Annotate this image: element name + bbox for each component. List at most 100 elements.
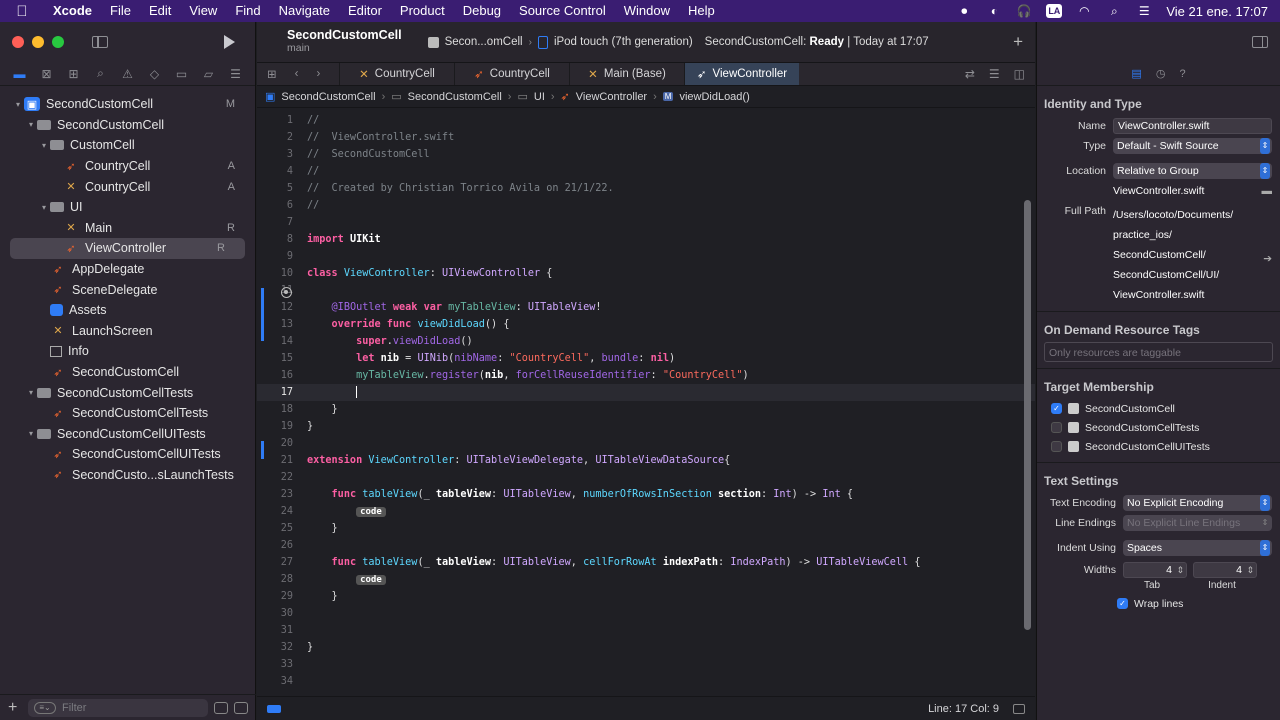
filter-options-icon[interactable]: ≡⌄ <box>34 701 56 714</box>
line-number[interactable]: 26 <box>257 537 293 554</box>
target-row[interactable]: SecondCustomCellTests <box>1037 418 1280 437</box>
debug-navigator-tab-icon[interactable]: ▭ <box>174 67 190 81</box>
control-center-icon[interactable]: ☰ <box>1136 4 1152 18</box>
indent-popup[interactable]: Spaces <box>1123 540 1272 556</box>
history-inspector-tab-icon[interactable]: ◷ <box>1156 67 1166 80</box>
jump-project[interactable]: SecondCustomCell <box>281 91 375 103</box>
back-icon[interactable]: ‹ <box>295 68 299 80</box>
tree-item[interactable]: ➶ ViewController R <box>10 238 245 259</box>
wifi-icon[interactable]: ◠ <box>1076 4 1092 18</box>
tree-item[interactable]: ▾ SecondCustomCell <box>0 115 255 136</box>
line-number[interactable]: 19 <box>257 418 293 435</box>
encoding-popup[interactable]: No Explicit Encoding <box>1123 495 1272 511</box>
line-number[interactable]: 31 <box>257 622 293 639</box>
outlet-connection-icon[interactable] <box>281 287 292 298</box>
breakpoint-navigator-tab-icon[interactable]: ▱ <box>201 67 217 81</box>
line-number[interactable]: 25 <box>257 520 293 537</box>
report-navigator-tab-icon[interactable]: ☰ <box>228 67 244 81</box>
source-editor[interactable]: 1 // 2 // ViewController.swift 3 // SecondCus… <box>257 108 1035 696</box>
sync-icon[interactable]: ◐ <box>986 4 1002 18</box>
line-number[interactable]: 1 <box>257 112 293 129</box>
tree-item[interactable]: ➶ SecondCustomCellTests <box>0 403 255 424</box>
placeholder-token[interactable]: code <box>356 575 386 585</box>
tree-item[interactable]: ➶ SecondCusto...sLaunchTests <box>0 465 255 486</box>
line-number[interactable]: 24 <box>257 503 293 520</box>
change-indicator[interactable] <box>261 441 264 459</box>
menu-find[interactable]: Find <box>226 0 269 22</box>
menu-app[interactable]: Xcode <box>44 0 101 22</box>
target-row[interactable]: ✓ SecondCustomCell <box>1037 399 1280 418</box>
apple-menu-icon[interactable]:  <box>0 3 44 20</box>
line-number[interactable]: 16 <box>257 367 293 384</box>
line-number[interactable]: 17 <box>257 384 293 401</box>
target-row[interactable]: SecondCustomCellUITests <box>1037 437 1280 456</box>
menu-edit[interactable]: Edit <box>140 0 180 22</box>
jump-folder[interactable]: SecondCustomCell <box>408 91 502 103</box>
jump-file[interactable]: ViewController <box>576 91 647 103</box>
filter-field[interactable]: ≡⌄ Filter <box>28 698 208 717</box>
help-inspector-tab-icon[interactable]: ? <box>1179 68 1185 80</box>
editor-tab[interactable]: ✕ CountryCell <box>339 63 454 85</box>
inspector-toggle-icon[interactable] <box>1252 36 1268 48</box>
target-checkbox[interactable] <box>1051 422 1062 433</box>
device-name[interactable]: iPod touch (7th generation) <box>554 36 693 48</box>
source-control-tab-icon[interactable]: ⊠ <box>39 67 55 81</box>
forward-icon[interactable]: › <box>316 68 320 80</box>
editor-options-icon[interactable]: ☰ <box>989 67 1000 81</box>
type-popup[interactable]: Default - Swift Source <box>1113 138 1272 154</box>
sidebar-toggle-icon[interactable] <box>92 36 108 48</box>
tree-item[interactable]: ➶ AppDelegate <box>0 259 255 280</box>
wrap-lines-row[interactable]: ✓ Wrap lines <box>1037 594 1280 613</box>
disclosure-triangle-icon[interactable]: ▾ <box>25 429 37 438</box>
line-number[interactable]: 18 <box>257 401 293 418</box>
disclosure-triangle-icon[interactable]: ▾ <box>38 203 50 212</box>
line-number[interactable]: 15 <box>257 350 293 367</box>
disclosure-triangle-icon[interactable]: ▾ <box>12 100 24 109</box>
symbol-navigator-tab-icon[interactable]: ⊞ <box>66 67 82 81</box>
grid-icon[interactable]: ⊞ <box>267 67 277 81</box>
find-navigator-tab-icon[interactable]: ⌕ <box>93 66 109 81</box>
tree-item[interactable]: ▾ ▣ SecondCustomCell M <box>0 94 255 115</box>
tree-item[interactable]: ✕ CountryCell A <box>0 176 255 197</box>
line-number[interactable]: 9 <box>257 248 293 265</box>
editor-scrollbar[interactable] <box>1024 200 1031 630</box>
odr-tags-field[interactable]: Only resources are taggable <box>1044 342 1273 362</box>
branch-name[interactable]: main <box>287 42 402 55</box>
menu-window[interactable]: Window <box>615 0 679 22</box>
menu-view[interactable]: View <box>180 0 226 22</box>
tree-item[interactable]: ➶ SceneDelegate <box>0 279 255 300</box>
close-window-button[interactable] <box>12 36 24 48</box>
line-number[interactable]: 27 <box>257 554 293 571</box>
line-number[interactable]: 34 <box>257 673 293 690</box>
line-number[interactable]: 2 <box>257 129 293 146</box>
scheme-selector[interactable]: Secon...omCell › iPod touch (7th generat… <box>427 35 693 49</box>
debug-area-toggle-icon[interactable] <box>267 704 281 713</box>
line-number[interactable]: 5 <box>257 180 293 197</box>
tree-item[interactable]: ▾ CustomCell <box>0 135 255 156</box>
test-navigator-tab-icon[interactable]: ◇ <box>147 67 163 81</box>
tree-item[interactable]: ➶ SecondCustomCellUITests <box>0 444 255 465</box>
recent-files-icon[interactable] <box>214 701 228 714</box>
jump-symbol[interactable]: viewDidLoad() <box>679 91 749 103</box>
tree-item[interactable]: Info <box>0 341 255 362</box>
source-control-filter-icon[interactable] <box>234 701 248 714</box>
input-source-icon[interactable]: LA <box>1046 4 1063 18</box>
line-number[interactable]: 29 <box>257 588 293 605</box>
jump-group[interactable]: UI <box>534 91 545 103</box>
indent-width-stepper[interactable]: 4 <box>1193 562 1257 578</box>
debug-area-icon[interactable] <box>1013 703 1025 714</box>
add-file-icon[interactable]: + <box>8 699 22 717</box>
line-number[interactable]: 28 <box>257 571 293 588</box>
line-number[interactable]: 8 <box>257 231 293 248</box>
menu-navigate[interactable]: Navigate <box>270 0 339 22</box>
menu-debug[interactable]: Debug <box>454 0 510 22</box>
run-button[interactable] <box>224 35 235 49</box>
clock[interactable]: Vie 21 ene. 17:07 <box>1166 4 1268 19</box>
tree-item[interactable]: ▾ SecondCustomCellUITests <box>0 424 255 445</box>
folder-icon[interactable]: ▬ <box>1262 181 1273 201</box>
tree-item[interactable]: ➶ SecondCustomCell <box>0 362 255 383</box>
disclosure-triangle-icon[interactable]: ▾ <box>25 120 37 129</box>
menu-editor[interactable]: Editor <box>339 0 391 22</box>
scheme-name[interactable]: Secon...omCell <box>445 36 523 48</box>
library-plus-icon[interactable]: + <box>1013 32 1023 52</box>
